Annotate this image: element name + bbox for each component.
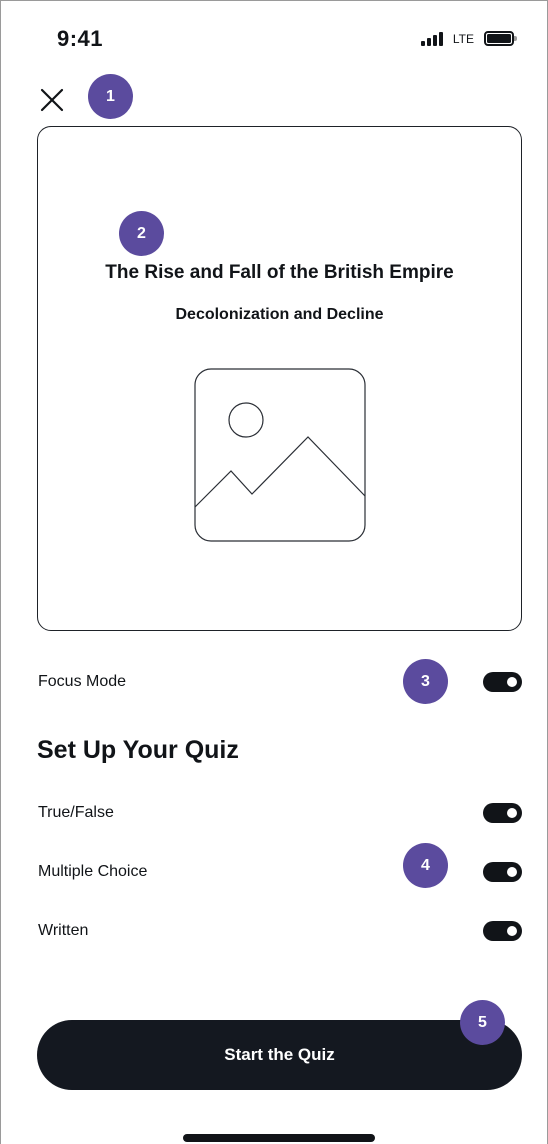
option-label-true-false: True/False bbox=[38, 804, 114, 821]
setup-section-title: Set Up Your Quiz bbox=[37, 736, 239, 764]
multiple-choice-toggle[interactable] bbox=[483, 862, 522, 882]
status-time: 9:41 bbox=[57, 26, 104, 51]
focus-mode-label: Focus Mode bbox=[38, 673, 127, 690]
option-label-written: Written bbox=[38, 922, 89, 939]
status-indicators: LTE bbox=[420, 31, 517, 46]
marker-1: 1 bbox=[88, 74, 133, 119]
true-false-toggle[interactable] bbox=[483, 803, 522, 823]
image-placeholder-icon bbox=[194, 368, 366, 542]
quiz-title: The Rise and Fall of the British Empire bbox=[105, 262, 454, 283]
home-indicator[interactable] bbox=[183, 1134, 375, 1142]
quiz-subtitle: Decolonization and Decline bbox=[175, 306, 384, 323]
marker-2: 2 bbox=[119, 211, 164, 256]
close-icon bbox=[40, 88, 64, 112]
marker-5: 5 bbox=[460, 1000, 505, 1045]
signal-bars-icon bbox=[420, 31, 443, 46]
start-quiz-button[interactable]: Start the Quiz bbox=[37, 1020, 522, 1090]
quiz-cover-card: The Rise and Fall of the British Empire … bbox=[37, 126, 522, 631]
close-button[interactable] bbox=[34, 82, 70, 118]
marker-4: 4 bbox=[403, 843, 448, 888]
marker-3: 3 bbox=[403, 659, 448, 704]
battery-full-icon bbox=[484, 31, 517, 46]
written-toggle[interactable] bbox=[483, 921, 522, 941]
network-label: LTE bbox=[452, 31, 474, 46]
focus-mode-toggle[interactable] bbox=[483, 672, 522, 692]
status-bar: 9:41 LTE bbox=[0, 0, 548, 80]
option-label-multiple-choice: Multiple Choice bbox=[38, 863, 148, 880]
